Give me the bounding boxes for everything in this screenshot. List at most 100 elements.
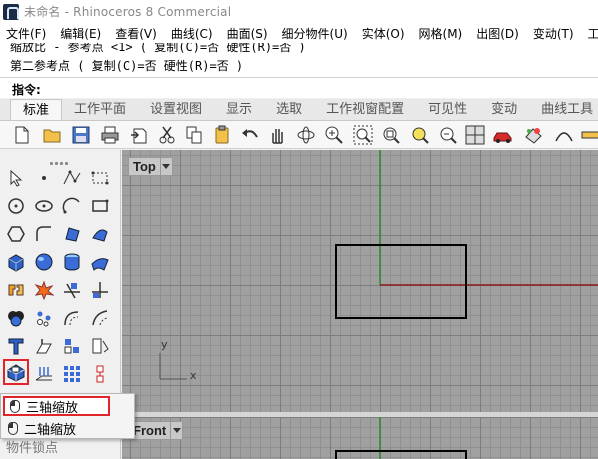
polygon-icon[interactable] [3, 221, 29, 247]
join-icon[interactable] [3, 277, 29, 303]
menu-file[interactable]: 文件(F) [0, 25, 53, 42]
menu-transform[interactable]: 变动(T) [526, 25, 581, 42]
viewport-front[interactable]: Front [122, 417, 598, 459]
new-file-icon[interactable] [10, 123, 34, 147]
extrude-icon[interactable] [31, 333, 57, 359]
curve-icon[interactable] [552, 123, 576, 147]
paste-icon[interactable] [210, 123, 234, 147]
gumball-icon[interactable] [87, 361, 113, 387]
zoom-extents-icon[interactable] [379, 123, 403, 147]
menu-drafting[interactable]: 出图(D) [469, 25, 526, 42]
dimension-icon[interactable] [87, 333, 113, 359]
mouse-left-icon [10, 399, 20, 413]
menu-solid[interactable]: 实体(O) [355, 25, 412, 42]
mesh-surface-icon[interactable] [87, 249, 113, 275]
menu-surface[interactable]: 曲面(S) [220, 25, 275, 42]
circle-icon[interactable] [3, 193, 29, 219]
group-icon[interactable] [59, 333, 85, 359]
osnap-panel-label: 物件锁点 [6, 441, 59, 456]
menu-edit[interactable]: 编辑(E) [53, 25, 108, 42]
command-history: 缩放比 - 参考点 <1> ( 复制(C)=否 硬性(R)=否 ) 第二参考点 … [0, 43, 598, 98]
zoom-selected-icon[interactable] [408, 123, 432, 147]
move-up-icon[interactable] [31, 361, 57, 387]
text-icon[interactable] [3, 333, 29, 359]
menu-bar: 文件(F) 编辑(E) 查看(V) 曲线(C) 曲面(S) 细分物件(U) 实体… [0, 23, 598, 43]
history-line: 第二参考点 ( 复制(C)=否 硬性(R)=否 ) [10, 59, 244, 73]
tab-select[interactable]: 选取 [264, 99, 314, 120]
scale-3d-icon[interactable] [3, 359, 29, 385]
rotate-view-icon[interactable] [294, 123, 318, 147]
menu-item-scale-2d[interactable]: 二轴缩放 [3, 418, 110, 438]
menu-mesh[interactable]: 网格(M) [412, 25, 470, 42]
ruler-icon[interactable] [578, 123, 598, 147]
copy-icon[interactable] [182, 123, 206, 147]
menu-item-label: 三轴缩放 [26, 400, 79, 416]
undo-icon[interactable] [238, 123, 262, 147]
tab-standard[interactable]: 标准 [10, 99, 63, 120]
rectangle-curve-icon[interactable] [87, 165, 113, 191]
explode-icon[interactable] [31, 277, 57, 303]
print-icon[interactable] [98, 123, 122, 147]
tab-transform[interactable]: 变动 [479, 99, 529, 120]
array-icon[interactable] [31, 305, 57, 331]
cylinder-icon[interactable] [59, 249, 85, 275]
menu-view[interactable]: 查看(V) [108, 25, 164, 42]
viewport-canvas [335, 417, 467, 459]
mouse-left-icon [8, 421, 18, 435]
command-prompt: 指令: [12, 83, 41, 97]
sphere-icon[interactable] [31, 249, 57, 275]
axis-y-label: y [161, 338, 168, 351]
fillet-curve-icon[interactable] [31, 221, 57, 247]
four-viewports-icon[interactable] [463, 123, 487, 147]
select-arrow-icon[interactable] [3, 165, 29, 191]
menu-subd[interactable]: 细分物件(U) [275, 25, 355, 42]
menu-curve[interactable]: 曲线(C) [164, 25, 220, 42]
tab-set-view[interactable]: 设置视图 [138, 99, 214, 120]
command-input[interactable] [52, 80, 592, 97]
offset-icon[interactable] [59, 305, 85, 331]
viewport-top[interactable]: Top x y [122, 150, 598, 412]
car-render-icon[interactable] [491, 123, 515, 147]
window-title: 未命名 - Rhinoceros 8 Commercial [24, 5, 232, 19]
grid-array-icon[interactable] [59, 361, 85, 387]
surface-from-points-icon[interactable] [59, 221, 85, 247]
trim-icon[interactable] [59, 277, 85, 303]
pan-hand-icon[interactable] [265, 123, 289, 147]
material-icon[interactable] [521, 123, 545, 147]
boolean-union-icon[interactable] [3, 305, 29, 331]
ellipse-icon[interactable] [31, 193, 57, 219]
tab-viewport-layout[interactable]: 工作视窗配置 [314, 99, 416, 120]
tab-curve-tools[interactable]: 曲线工具 [529, 99, 598, 120]
title-bar: 未命名 - Rhinoceros 8 Commercial [0, 0, 598, 23]
world-axes-icon [159, 353, 187, 380]
tab-display[interactable]: 显示 [214, 99, 264, 120]
toolbar-tabs: 标准 工作平面 设置视图 显示 选取 工作视窗配置 可见性 变动 曲线工具 曲 [0, 99, 598, 121]
zoom-dynamic-icon[interactable] [322, 123, 346, 147]
zoom-window-icon[interactable] [351, 123, 375, 147]
standard-toolbar [0, 121, 598, 149]
menu-item-scale-3d[interactable]: 三轴缩放 [3, 396, 110, 416]
history-line: 缩放比 - 参考点 <1> ( 复制(C)=否 硬性(R)=否 ) [10, 43, 306, 54]
rectangle-icon[interactable] [87, 193, 113, 219]
open-folder-icon[interactable] [40, 123, 64, 147]
menu-tools[interactable]: 工具 [581, 25, 598, 42]
tab-visibility[interactable]: 可见性 [416, 99, 479, 120]
tab-cplanes[interactable]: 工作平面 [62, 99, 138, 120]
save-icon[interactable] [69, 123, 93, 147]
split-icon[interactable] [87, 277, 113, 303]
polyline-icon[interactable] [59, 165, 85, 191]
palette-grip[interactable] [50, 154, 74, 165]
rectangle-object [335, 244, 467, 319]
rhino-logo-icon [3, 3, 19, 20]
revolve-surface-icon[interactable] [87, 221, 113, 247]
cut-icon[interactable] [155, 123, 179, 147]
arc-icon[interactable] [59, 193, 85, 219]
box-solid-icon[interactable] [3, 249, 29, 275]
menu-item-label: 二轴缩放 [24, 422, 77, 438]
axis-x-label: x [190, 369, 197, 382]
fillet-edge-icon[interactable] [87, 305, 113, 331]
import-icon[interactable] [127, 123, 151, 147]
scale-flyout-menu: 三轴缩放 二轴缩放 [0, 393, 135, 439]
undo-view-icon[interactable] [436, 123, 460, 147]
point-icon[interactable] [31, 165, 57, 191]
